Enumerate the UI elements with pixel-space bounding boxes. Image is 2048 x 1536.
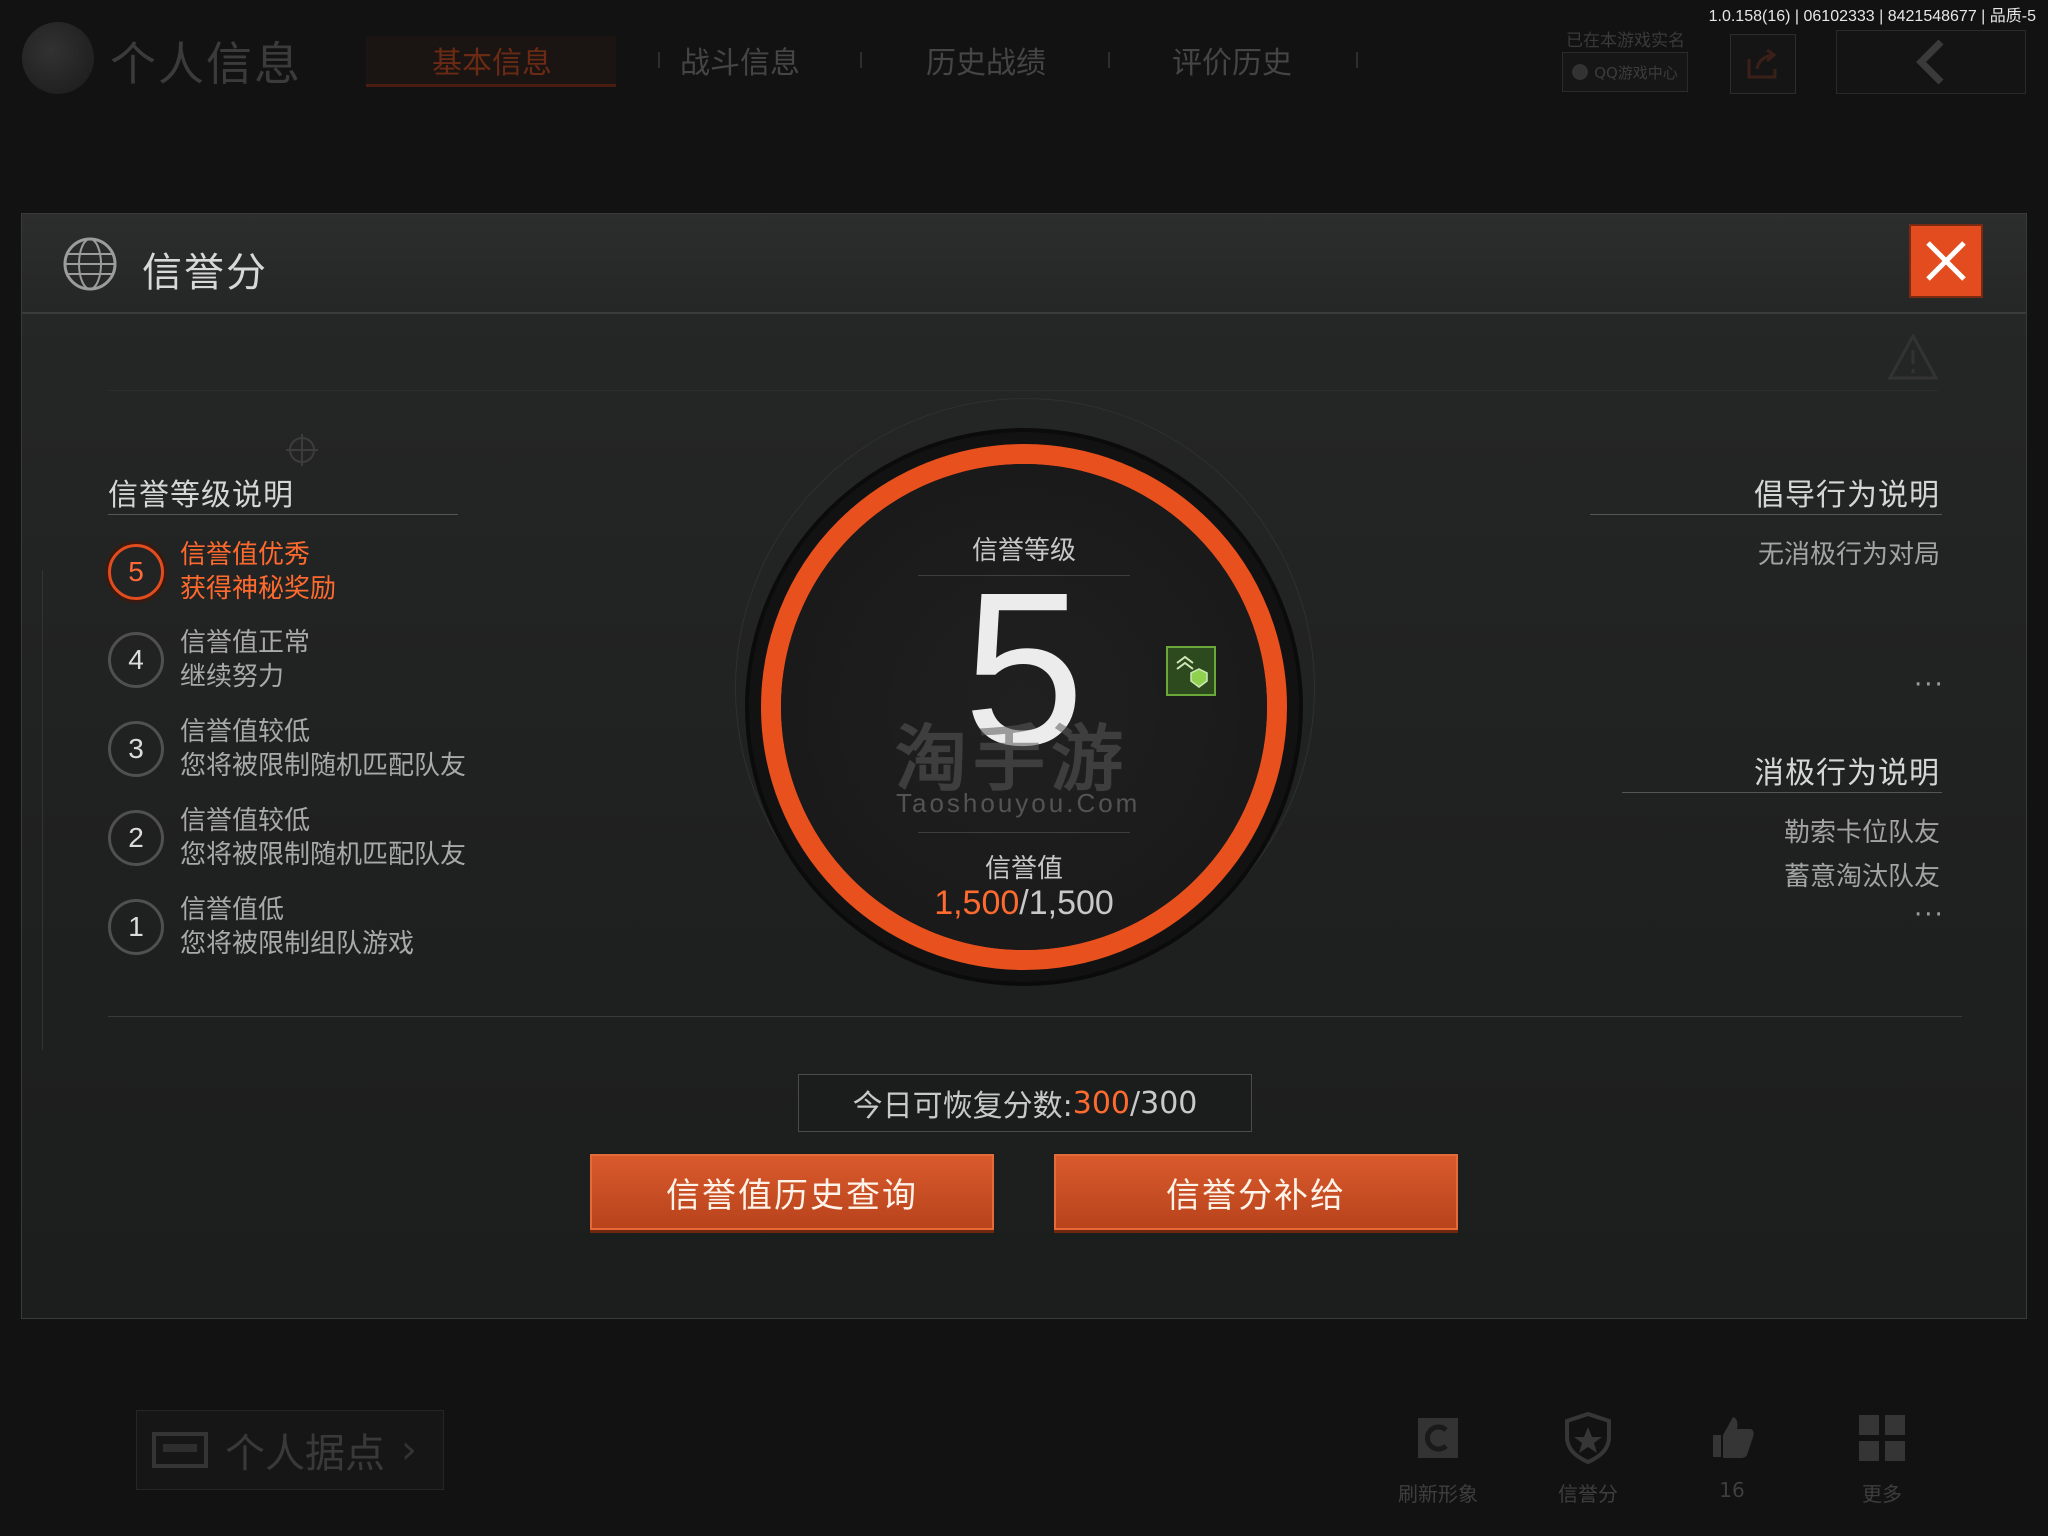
credit-supply-button[interactable]: 信誉分补给 (1054, 1154, 1458, 1230)
section-underline (1622, 792, 1942, 793)
tab-basic-info[interactable]: 基本信息 (432, 38, 552, 82)
credit-score-button[interactable]: 信誉分 (1528, 1410, 1648, 1507)
level-line2: 继续努力 (180, 662, 285, 692)
level-description: 信誉值较低 您将被限制随机匹配队友 (180, 717, 466, 781)
daily-recovery-box: 今日可恢复分数: 300/300 (798, 1074, 1252, 1132)
negative-item: 蓄意淘汰队友 (1783, 862, 1940, 892)
level-line2: 获得神秘奖励 (180, 574, 337, 604)
credit-shield-icon (1560, 1410, 1616, 1466)
qq-button-label: QQ游戏中心 (1594, 63, 1678, 82)
credit-history-button[interactable]: 信誉值历史查询 (590, 1154, 994, 1230)
level-row-3: 3 信誉值较低 您将被限制随机匹配队友 (108, 717, 466, 781)
qq-icon (1572, 64, 1589, 80)
modal-header: 信誉分 (22, 214, 2026, 314)
more-button[interactable]: 更多 (1822, 1410, 1942, 1507)
tab-separator (860, 52, 862, 68)
deco-line (108, 390, 1938, 391)
back-arrow-icon (1916, 39, 1944, 85)
refresh-label: 刷新形象 (1398, 1482, 1478, 1506)
level-description-title: 信誉等级说明 (108, 478, 294, 513)
level-description: 信誉值较低 您将被限制随机匹配队友 (180, 806, 466, 870)
tab-review-history[interactable]: 评价历史 (1172, 38, 1292, 82)
level-number-circle: 5 (108, 544, 164, 600)
close-icon (1926, 241, 1966, 281)
advocate-item: 无消极行为对局 (1757, 540, 1940, 570)
level-line1: 信誉值较低 (180, 806, 311, 836)
negative-more[interactable]: ··· (1914, 900, 1945, 930)
share-icon (1747, 48, 1777, 79)
tab-separator (1356, 52, 1358, 68)
profile-globe-icon (22, 22, 94, 94)
back-button[interactable] (1836, 30, 2026, 94)
level-line1: 信誉值正常 (180, 628, 311, 658)
level-line2: 您将被限制随机匹配队友 (180, 840, 467, 870)
recovery-label: 今日可恢复分数: (852, 1089, 1073, 1124)
tab-separator (1108, 52, 1110, 68)
more-label: 更多 (1862, 1482, 1902, 1506)
credit-score-label: 信誉值 (984, 854, 1063, 884)
recovery-max: /300 (1130, 1085, 1198, 1121)
credit-score-value: 1,500/1,500 (774, 884, 1274, 923)
level-row-5: 5 信誉值优秀 获得神秘奖励 (108, 540, 336, 604)
base-icon (152, 1432, 208, 1468)
top-bar: 1.0.158(16) | 06102333 | 8421548677 | 品质… (0, 0, 2048, 120)
score-current: 1,500 (934, 884, 1020, 922)
negative-item: 勒索卡位队友 (1783, 818, 1940, 848)
advocate-behavior-title: 倡导行为说明 (1754, 478, 1940, 513)
divider-line (108, 1016, 1962, 1017)
level-description: 信誉值正常 继续努力 (180, 628, 310, 692)
tab-history-record[interactable]: 历史战绩 (926, 38, 1046, 82)
level-row-1: 1 信誉值低 您将被限制组队游戏 (108, 895, 414, 959)
rank-badge-icon (1166, 646, 1216, 696)
share-button[interactable] (1730, 34, 1796, 94)
warning-icon (1888, 334, 1938, 380)
base-button-label: 个人据点 (225, 1431, 385, 1477)
level-line1: 信誉值较低 (180, 717, 311, 747)
level-row-2: 2 信誉值较低 您将被限制随机匹配队友 (108, 806, 466, 870)
realname-label: 已在本游戏实名 (1566, 31, 1685, 51)
close-button[interactable] (1911, 226, 1981, 296)
likes-count: 16 (1719, 1478, 1745, 1502)
qq-game-center-button[interactable]: QQ游戏中心 (1562, 52, 1688, 92)
modal-title: 信誉分 (142, 250, 268, 296)
crosshair-icon (286, 434, 318, 466)
refresh-icon (1410, 1410, 1466, 1466)
likes-button[interactable]: 16 (1672, 1410, 1792, 1502)
credit-label: 信誉分 (1558, 1482, 1618, 1506)
globe-icon (63, 237, 117, 291)
level-line2: 您将被限制随机匹配队友 (180, 751, 467, 781)
tab-battle-info[interactable]: 战斗信息 (680, 38, 800, 82)
personal-base-button[interactable]: 个人据点 › (136, 1410, 444, 1490)
thumbs-up-icon (1704, 1410, 1760, 1466)
recovery-current: 300 (1072, 1085, 1130, 1121)
negative-behavior-title: 消极行为说明 (1754, 756, 1940, 791)
version-info: 1.0.158(16) | 06102333 | 8421548677 | 品质… (1708, 8, 2036, 25)
level-description: 信誉值低 您将被限制组队游戏 (180, 895, 414, 959)
chevron-right-icon: › (401, 1427, 417, 1473)
page-title: 个人信息 (110, 37, 302, 91)
tab-separator (658, 52, 660, 68)
level-number-circle: 4 (108, 632, 164, 688)
section-underline (108, 514, 458, 515)
level-line1: 信誉值优秀 (180, 540, 311, 570)
level-line2: 您将被限制组队游戏 (180, 929, 415, 959)
level-row-4: 4 信誉值正常 继续努力 (108, 628, 310, 692)
deco-vertical-line (42, 570, 43, 1050)
score-max: /1,500 (1019, 884, 1114, 922)
dial-dash-line (918, 832, 1130, 833)
refresh-appearance-button[interactable]: 刷新形象 (1378, 1410, 1498, 1507)
level-description: 信誉值优秀 获得神秘奖励 (180, 540, 336, 604)
level-number-circle: 2 (108, 810, 164, 866)
level-line1: 信誉值低 (180, 895, 285, 925)
grid-more-icon (1854, 1410, 1910, 1466)
advocate-more[interactable]: ··· (1914, 670, 1945, 700)
tab-underline (366, 84, 616, 87)
watermark-url: Taoshouyou.Com (896, 788, 1141, 818)
level-number-circle: 1 (108, 899, 164, 955)
section-underline (1590, 514, 1942, 515)
level-number-circle: 3 (108, 721, 164, 777)
